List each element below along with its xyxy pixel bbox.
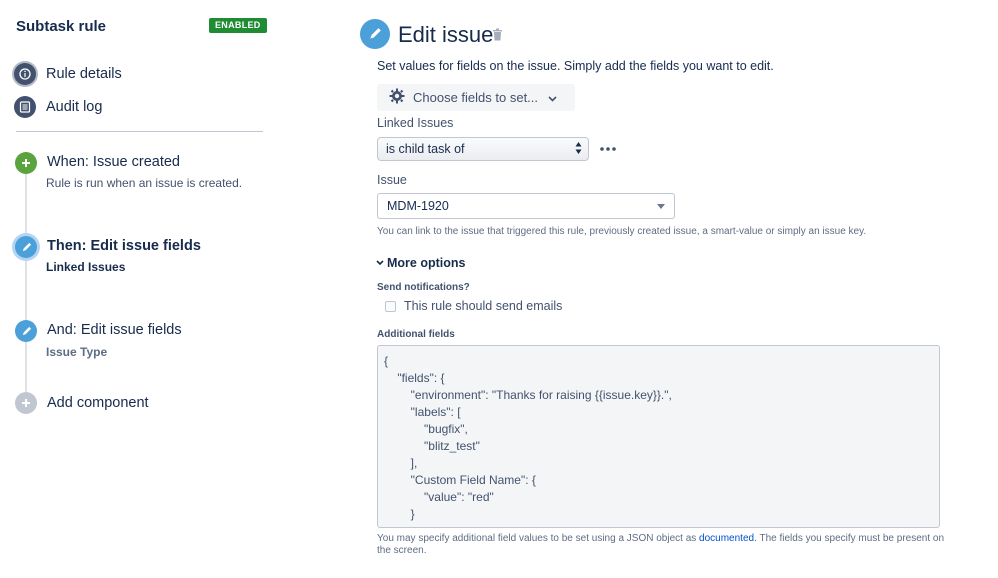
- issue-help-text: You can link to the issue that triggered…: [377, 226, 867, 237]
- additional-fields-label: Additional fields: [377, 329, 455, 340]
- step-and-subtitle: Issue Type: [46, 345, 108, 359]
- step-when-title[interactable]: When: Issue created: [47, 154, 180, 170]
- sidebar-divider: [16, 131, 263, 132]
- description: Set values for fields on the issue. Simp…: [377, 59, 774, 73]
- choose-fields-label: Choose fields to set...: [413, 90, 539, 105]
- sidebar-item-label: Rule details: [46, 66, 122, 82]
- documented-link[interactable]: documented: [699, 533, 754, 544]
- send-emails-option[interactable]: This rule should send emails: [385, 299, 562, 313]
- gear-icon: [389, 88, 405, 107]
- step-then-title[interactable]: Then: Edit issue fields: [47, 238, 201, 254]
- pencil-icon[interactable]: [15, 320, 37, 342]
- link-type-select[interactable]: is child task of: [377, 137, 589, 161]
- select-arrows-icon: [575, 141, 582, 158]
- rule-title: Subtask rule: [16, 18, 107, 35]
- add-component-button[interactable]: Add component: [47, 395, 149, 411]
- additional-fields-help: You may specify additional field values …: [377, 533, 947, 557]
- step-when-subtitle: Rule is run when an issue is created.: [46, 176, 243, 190]
- choose-fields-button[interactable]: Choose fields to set...: [377, 84, 575, 111]
- page-title: Edit issue: [398, 22, 494, 47]
- issue-select[interactable]: MDM-1920: [377, 193, 675, 219]
- link-type-value: is child task of: [386, 142, 465, 156]
- send-notifications-label: Send notifications?: [377, 282, 470, 293]
- pencil-icon: [360, 19, 390, 49]
- pencil-icon[interactable]: [15, 236, 37, 258]
- status-badge: ENABLED: [209, 18, 267, 33]
- trigger-node-icon[interactable]: [15, 152, 37, 174]
- issue-select-value: MDM-1920: [387, 199, 449, 213]
- step-then-subtitle: Linked Issues: [46, 260, 126, 274]
- step-and-title[interactable]: And: Edit issue fields: [47, 322, 182, 338]
- add-component-icon[interactable]: [15, 392, 37, 414]
- sidebar-item-label: Audit log: [46, 99, 103, 115]
- footer-text-before: You may specify additional field values …: [377, 533, 700, 544]
- caret-down-icon: [657, 204, 665, 209]
- timeline-line: [25, 172, 27, 392]
- sidebar-item-audit-log[interactable]: Audit log: [14, 95, 102, 119]
- trash-icon[interactable]: [492, 28, 503, 44]
- linked-issues-label: Linked Issues: [377, 116, 454, 130]
- more-actions-icon[interactable]: [599, 142, 617, 156]
- additional-fields-textarea[interactable]: { "fields": { "environment": "Thanks for…: [377, 345, 940, 528]
- chevron-down-icon: [376, 258, 384, 268]
- chevron-down-icon: [548, 90, 557, 105]
- send-emails-label: This rule should send emails: [404, 299, 563, 313]
- sidebar-item-rule-details[interactable]: Rule details: [14, 62, 122, 86]
- more-options-toggle[interactable]: More options: [376, 256, 465, 270]
- list-icon: [14, 96, 36, 118]
- send-emails-checkbox[interactable]: [385, 300, 396, 312]
- issue-label: Issue: [377, 173, 407, 187]
- more-options-label: More options: [387, 256, 466, 270]
- info-icon: [14, 63, 36, 85]
